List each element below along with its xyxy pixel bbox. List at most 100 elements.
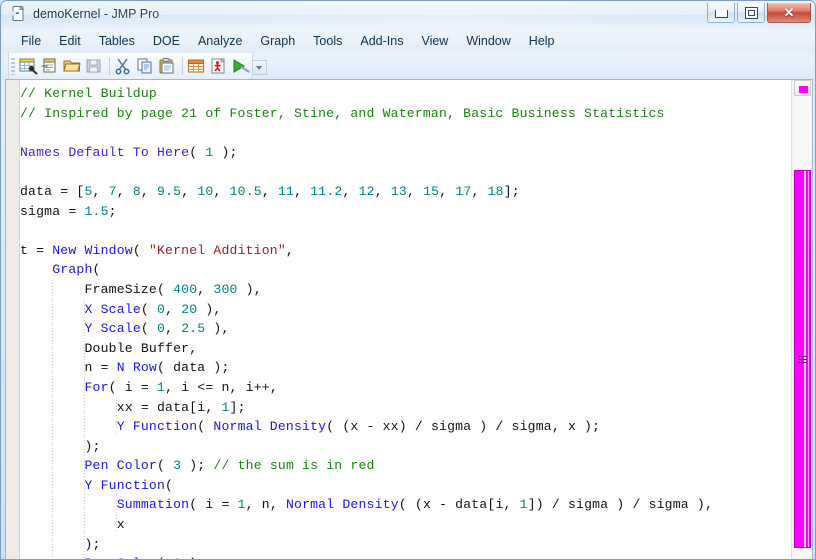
menu-item-edit[interactable]: Edit: [50, 31, 90, 51]
toolbar-separator: [182, 58, 183, 75]
title-bar-left: demoKernel - JMP Pro: [9, 5, 159, 22]
code-token: Normal Density: [286, 497, 399, 512]
code-token: ),: [197, 302, 221, 317]
menu-item-graph[interactable]: Graph: [251, 31, 304, 51]
code-token: ,: [93, 184, 109, 199]
code-line: For( i = 1, i <= n, i++,: [20, 378, 784, 398]
code-token: 12: [359, 184, 375, 199]
menu-item-tables[interactable]: Tables: [90, 31, 144, 51]
paste-clipboard-icon[interactable]: [157, 55, 179, 77]
code-token: ,: [375, 184, 391, 199]
code-token: // the sum is in red: [213, 458, 374, 473]
code-token: Y Scale: [84, 321, 140, 336]
code-token: ];: [230, 400, 246, 415]
code-token: );: [181, 458, 213, 473]
code-line: );: [20, 437, 784, 457]
code-line: xx = data[i, 1];: [20, 398, 784, 418]
save-icon[interactable]: [84, 55, 106, 77]
code-line: FrameSize( 400, 300 ),: [20, 280, 784, 300]
code-line: Y Scale( 0, 2.5 ),: [20, 319, 784, 339]
code-line: Double Buffer,: [20, 339, 784, 359]
code-token: 11.2: [310, 184, 342, 199]
menu-item-tools[interactable]: Tools: [304, 31, 351, 51]
run-script-green-arrow-icon[interactable]: [230, 55, 252, 77]
code-token: FrameSize(: [20, 282, 173, 297]
cut-scissors-icon[interactable]: [113, 55, 135, 77]
code-token: For: [84, 380, 108, 395]
code-token: "Kernel Addition": [149, 243, 286, 258]
code-token: 20: [181, 302, 197, 317]
code-token: (: [197, 419, 213, 434]
code-token: (: [133, 243, 149, 258]
data-table-grid-icon[interactable]: [186, 55, 208, 77]
code-token: ,: [213, 184, 229, 199]
code-line: x: [20, 515, 784, 535]
new-data-table-icon[interactable]: [18, 55, 40, 77]
code-token: ,: [141, 184, 157, 199]
code-token: 3: [173, 458, 181, 473]
code-token: ,: [117, 184, 133, 199]
code-token: x: [20, 517, 125, 532]
code-token: 1: [520, 497, 528, 512]
code-token: xx = data[i,: [20, 400, 221, 415]
title-bar[interactable]: demoKernel - JMP Pro ✕: [1, 1, 816, 29]
menu-item-file[interactable]: File: [12, 31, 50, 51]
script-run-red-icon[interactable]: [208, 55, 230, 77]
close-icon: ✕: [784, 6, 795, 19]
scrollbar-up-button[interactable]: [794, 80, 811, 96]
copy-icon[interactable]: [135, 55, 157, 77]
code-token: );: [181, 556, 205, 560]
toolbar-overflow-button[interactable]: [252, 60, 267, 75]
code-token: (: [189, 145, 205, 160]
code-token: ,: [342, 184, 358, 199]
code-token: 7: [109, 184, 117, 199]
scrollbar-thumb[interactable]: [794, 170, 811, 548]
code-token: ( i =: [109, 380, 157, 395]
code-line: );: [20, 535, 784, 555]
code-token: ]) / sigma ) / sigma ),: [528, 497, 713, 512]
code-token: 15: [423, 184, 439, 199]
new-script-icon[interactable]: [40, 55, 62, 77]
code-token: ,: [294, 184, 310, 199]
script-editor[interactable]: // Kernel Buildup// Inspired by page 21 …: [5, 79, 813, 560]
close-button[interactable]: ✕: [767, 3, 811, 23]
code-token: ,: [471, 184, 487, 199]
menu-item-add-ins[interactable]: Add-Ins: [351, 31, 412, 51]
open-folder-icon[interactable]: [62, 55, 84, 77]
resize-grip[interactable]: [801, 545, 813, 557]
code-line: [20, 123, 784, 143]
menu-item-doe[interactable]: DOE: [144, 31, 189, 51]
editor-gutter: [6, 80, 20, 560]
code-token: [20, 302, 84, 317]
code-token: (: [157, 458, 173, 473]
code-token: ,: [286, 243, 294, 258]
code-token: );: [213, 145, 237, 160]
toolbar: [2, 53, 816, 79]
toolbar-drag-handle[interactable]: [11, 58, 15, 75]
code-line: Graph(: [20, 260, 784, 280]
code-token: [20, 458, 84, 473]
vertical-scrollbar[interactable]: [791, 80, 812, 560]
code-token: [20, 262, 52, 277]
minimize-button[interactable]: [707, 3, 735, 23]
menu-item-view[interactable]: View: [412, 31, 457, 51]
code-line: Names Default To Here( 1 );: [20, 143, 784, 163]
menu-item-analyze[interactable]: Analyze: [189, 31, 251, 51]
code-line: Y Function( Normal Density( (x - xx) / s…: [20, 417, 784, 437]
code-token: Double Buffer,: [20, 341, 197, 356]
menu-item-window[interactable]: Window: [457, 31, 519, 51]
code-token: 0: [173, 556, 181, 560]
code-text[interactable]: // Kernel Buildup// Inspired by page 21 …: [20, 84, 784, 560]
code-token: New Window: [52, 243, 133, 258]
code-token: 8: [133, 184, 141, 199]
code-token: (: [141, 321, 157, 336]
restore-icon: [745, 7, 758, 19]
code-token: Names Default To Here: [20, 145, 189, 160]
restore-button[interactable]: [737, 3, 765, 23]
code-token: ,: [181, 184, 197, 199]
code-token: ( (x - xx) / sigma ) / sigma, x );: [326, 419, 600, 434]
code-token: ];: [504, 184, 520, 199]
menu-item-help[interactable]: Help: [520, 31, 564, 51]
code-token: n =: [20, 360, 117, 375]
code-token: data = [: [20, 184, 84, 199]
